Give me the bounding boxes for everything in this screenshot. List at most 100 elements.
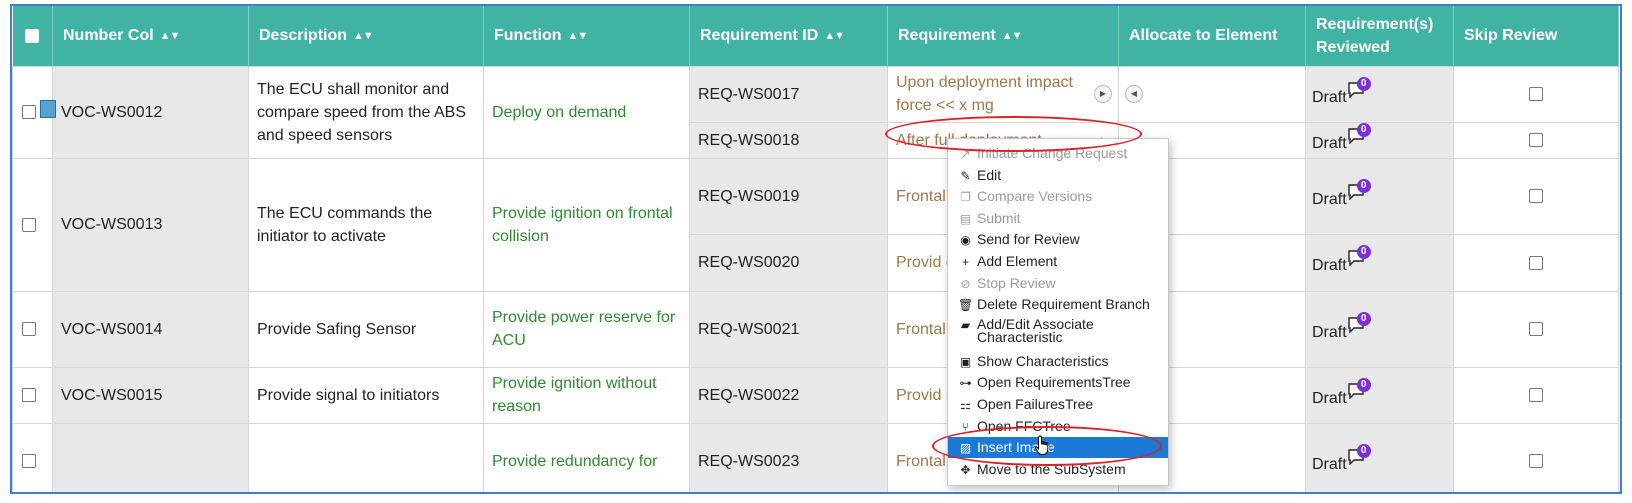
reviewed-cell[interactable]: Draft 0 bbox=[1305, 157, 1454, 235]
skip-review-checkbox[interactable] bbox=[1529, 388, 1543, 403]
arrows-icon: ✥ bbox=[960, 462, 971, 477]
menu-item-edit[interactable]: ✎ Edit bbox=[948, 165, 1168, 186]
requirements-grid-frame: Number Col ▲▼ Description ▲▼ Function ▲▼ Requi… bbox=[10, 4, 1622, 494]
review-status: Draft 0 bbox=[1312, 178, 1371, 208]
sort-icon[interactable]: ▲▼ bbox=[353, 30, 374, 42]
sort-icon[interactable]: ▲▼ bbox=[824, 30, 845, 42]
comment-icon[interactable]: 0 bbox=[1347, 311, 1371, 333]
description-cell: The ECU shall monitor and compare speed … bbox=[248, 65, 484, 159]
project-diagram-icon: ⊶ bbox=[959, 376, 972, 391]
eye-icon: ◉ bbox=[960, 233, 971, 248]
menu-item-open-requirementstree[interactable]: ⊶ Open RequirementsTree bbox=[948, 372, 1168, 393]
select-all-checkbox[interactable] bbox=[25, 29, 40, 44]
menu-item-compare-versions[interactable]: ❐ Compare Versions bbox=[948, 186, 1168, 207]
number-cell: VOC-WS0015 bbox=[52, 366, 249, 424]
reviewed-cell[interactable]: Draft 0 bbox=[1305, 422, 1454, 492]
number-cell: VOC-WS0014 bbox=[52, 290, 249, 368]
skip-review-checkbox[interactable] bbox=[1529, 322, 1543, 337]
skip-review-checkbox[interactable] bbox=[1529, 189, 1543, 204]
reviewed-cell[interactable]: Draft 0 bbox=[1305, 233, 1454, 292]
comment-icon[interactable]: 0 bbox=[1347, 377, 1371, 399]
row-checkbox[interactable] bbox=[22, 322, 36, 337]
image-thumbnail-icon[interactable] bbox=[40, 99, 56, 118]
column-header-label: Requirement ID bbox=[700, 26, 819, 44]
table-row: VOC-WS0014 Provide Safing Sensor Provide p… bbox=[12, 290, 1619, 368]
column-header-number-col[interactable]: Number Col ▲▼ bbox=[52, 6, 249, 66]
description-cell: Provide Safing Sensor bbox=[248, 290, 484, 368]
status-text: Draft bbox=[1312, 134, 1347, 152]
reviewed-cell[interactable]: Draft 0 bbox=[1305, 121, 1454, 159]
comment-icon[interactable]: 0 bbox=[1347, 443, 1371, 465]
row-checkbox[interactable] bbox=[22, 105, 36, 120]
menu-item-label: Delete Requirement Branch bbox=[977, 296, 1150, 313]
menu-item-delete-requirement-branch[interactable]: 🗑 Delete Requirement Branch bbox=[948, 294, 1168, 315]
sort-icon[interactable]: ▲▼ bbox=[1002, 30, 1023, 42]
expand-right-icon[interactable]: ▶ bbox=[1094, 84, 1112, 103]
review-status: Draft 0 bbox=[1312, 377, 1371, 407]
menu-item-label: Show Characteristics bbox=[977, 352, 1109, 369]
comment-icon[interactable]: 0 bbox=[1347, 76, 1371, 98]
function-cell[interactable]: Provide redundancy for bbox=[483, 422, 690, 492]
menu-item-add-element[interactable]: + Add Element bbox=[948, 251, 1168, 272]
comment-count-badge: 0 bbox=[1356, 178, 1371, 193]
requirement-id-cell: REQ-WS0021 bbox=[689, 290, 888, 368]
comment-icon[interactable]: 0 bbox=[1347, 122, 1371, 144]
menu-item-show-characteristics[interactable]: ▣ Show Characteristics bbox=[948, 351, 1168, 372]
skip-review-cell bbox=[1453, 290, 1619, 368]
skip-review-cell bbox=[1453, 121, 1619, 159]
skip-review-checkbox[interactable] bbox=[1529, 454, 1543, 469]
function-cell[interactable]: Provide ignition on frontal collision bbox=[483, 157, 690, 292]
sort-icon[interactable]: ▲▼ bbox=[568, 30, 589, 42]
review-status: Draft 0 bbox=[1312, 443, 1371, 473]
column-header-description[interactable]: Description ▲▼ bbox=[248, 6, 484, 66]
requirement-id-cell: REQ-WS0023 bbox=[689, 422, 888, 492]
requirement-cell[interactable]: Upon deployment impact force << x mg ▶ bbox=[887, 65, 1119, 123]
allocate-cell[interactable]: ◀ bbox=[1118, 65, 1306, 123]
menu-item-label: Stop Review bbox=[977, 274, 1056, 291]
table-row: Provide redundancy for REQ-WS0023 Frontal … bbox=[12, 422, 1619, 492]
menu-item-label: Open RequirementsTree bbox=[977, 374, 1131, 391]
column-header-label: Number Col bbox=[63, 26, 154, 44]
skip-review-cell bbox=[1453, 422, 1619, 492]
column-header-label: Allocate to Element bbox=[1129, 27, 1278, 45]
comment-count-badge: 0 bbox=[1356, 245, 1371, 259]
comment-count-badge: 0 bbox=[1356, 377, 1371, 392]
sort-icon[interactable]: ▲▼ bbox=[160, 30, 181, 42]
column-header-label: Requirement bbox=[898, 26, 996, 44]
row-checkbox[interactable] bbox=[22, 454, 36, 469]
status-text: Draft bbox=[1312, 88, 1347, 106]
menu-item-label: Compare Versions bbox=[977, 188, 1093, 205]
column-header-requirement[interactable]: Requirement ▲▼ bbox=[887, 6, 1119, 66]
table-row: VOC-WS0013 The ECU commands the initiator… bbox=[12, 157, 1619, 292]
skip-review-checkbox[interactable] bbox=[1529, 87, 1543, 102]
comment-icon[interactable]: 0 bbox=[1347, 245, 1371, 266]
row-checkbox[interactable] bbox=[22, 388, 36, 403]
reviewed-cell[interactable]: Draft 0 bbox=[1305, 366, 1454, 424]
skip-review-cell bbox=[1453, 157, 1619, 235]
reviewed-cell[interactable]: Draft 0 bbox=[1305, 65, 1454, 123]
menu-item-add-edit-associate-characteristic[interactable]: ▰ Add/Edit Associate Characteristic bbox=[948, 316, 1168, 346]
hand-cursor-icon bbox=[1035, 435, 1049, 455]
review-status: Draft 0 bbox=[1312, 245, 1371, 274]
function-cell[interactable]: Deploy on demand bbox=[483, 65, 690, 159]
table-row: VOC-WS0015 Provide signal to initiators Pr… bbox=[12, 366, 1619, 424]
function-cell[interactable]: Provide ignition without reason bbox=[483, 366, 690, 424]
comment-icon[interactable]: 0 bbox=[1347, 178, 1371, 200]
skip-review-checkbox[interactable] bbox=[1529, 133, 1543, 148]
function-cell[interactable]: Provide power reserve for ACU bbox=[483, 290, 690, 368]
menu-item-open-failurestree[interactable]: ⚏ Open FailuresTree bbox=[948, 394, 1168, 415]
requirement-id-cell: REQ-WS0017 bbox=[689, 65, 888, 123]
collapse-left-icon[interactable]: ◀ bbox=[1125, 84, 1143, 103]
column-header-label: Requirement(s) Reviewed bbox=[1316, 15, 1434, 56]
skip-review-checkbox[interactable] bbox=[1529, 255, 1543, 270]
menu-item-stop-review[interactable]: ⊘ Stop Review bbox=[948, 273, 1168, 294]
eye-slash-icon: ⊘ bbox=[960, 276, 971, 291]
menu-item-send-for-review[interactable]: ◉ Send for Review bbox=[948, 229, 1168, 250]
description-cell: Provide signal to initiators bbox=[248, 366, 484, 424]
menu-item-submit[interactable]: ▤ Submit bbox=[948, 208, 1168, 229]
row-checkbox[interactable] bbox=[22, 217, 36, 232]
column-header-allocate-to-element: Allocate to Element bbox=[1118, 6, 1306, 66]
reviewed-cell[interactable]: Draft 0 bbox=[1305, 290, 1454, 368]
column-header-function[interactable]: Function ▲▼ bbox=[483, 6, 690, 66]
column-header-requirement-id[interactable]: Requirement ID ▲▼ bbox=[689, 6, 888, 66]
